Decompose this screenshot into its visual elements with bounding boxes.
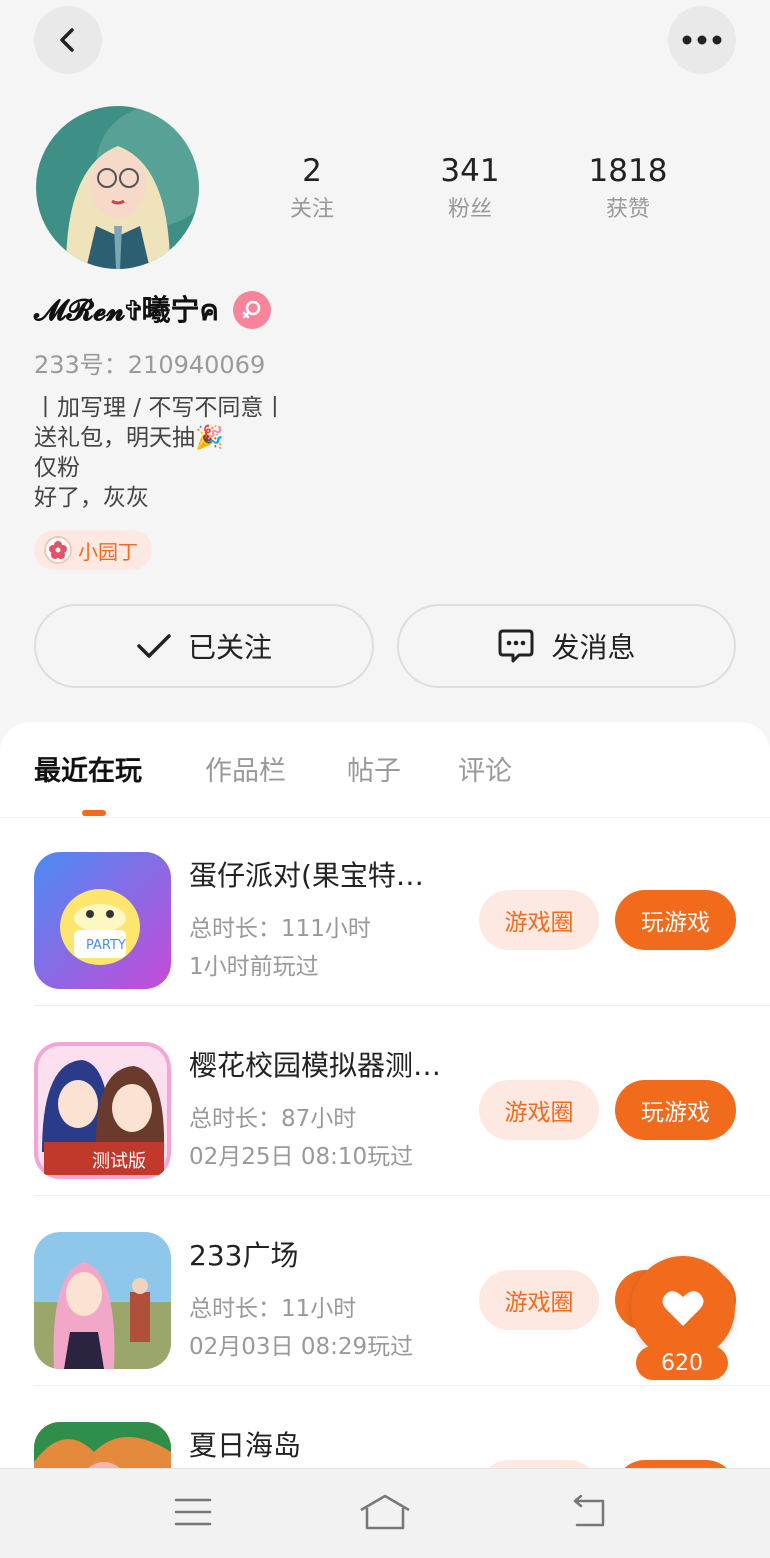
username-row: 𝓜𝓡𝓮𝓷✞曦宁ค	[34, 289, 271, 331]
likes-label: 获赞	[605, 197, 650, 222]
heart-icon	[662, 1291, 704, 1326]
home-button[interactable]	[355, 1487, 415, 1537]
following-label: 关注	[289, 197, 334, 222]
send-message-button[interactable]: 发消息	[397, 604, 736, 688]
back-nav-button[interactable]	[557, 1487, 617, 1537]
checkmark-icon	[137, 634, 171, 658]
game-icon	[34, 1232, 171, 1369]
game-duration: 总时长：11小时	[189, 1296, 357, 1322]
tab-works[interactable]: 作品栏	[205, 752, 286, 792]
stat-following[interactable]: 2 关注	[242, 150, 382, 228]
chat-bubble-icon	[498, 629, 534, 663]
game-last-played: 02月25日 08:10玩过	[189, 1144, 414, 1170]
list-item[interactable]: 测试版 樱花校园模拟器测… 总时长：87小时 02月25日 08:10玩过 游戏…	[0, 1006, 770, 1196]
svg-text:测试版: 测试版	[92, 1151, 146, 1172]
game-last-played: 1小时前玩过	[189, 954, 319, 980]
play-game-button[interactable]: 玩游戏	[615, 1080, 736, 1140]
game-duration: 总时长：87小时	[189, 1106, 357, 1132]
like-button[interactable]	[631, 1256, 735, 1360]
stat-followers[interactable]: 341 粉丝	[400, 150, 540, 228]
game-title: 蛋仔派对(果宝特…	[189, 859, 424, 892]
bio-line: 送礼包，明天抽🎉	[34, 425, 224, 451]
bio: 丨加写理 / 不写不同意丨 送礼包，明天抽🎉 仅粉 好了，灰灰	[34, 393, 286, 513]
game-circle-button[interactable]: 游戏圈	[479, 890, 599, 950]
system-navbar	[0, 1468, 770, 1558]
followers-count: 341	[440, 153, 500, 189]
following-label: 已关注	[187, 631, 272, 664]
play-game-button[interactable]: 玩游戏	[615, 890, 736, 950]
menu-icon	[174, 1498, 212, 1526]
svg-text:PARTY: PARTY	[86, 938, 126, 953]
tab-posts[interactable]: 帖子	[347, 752, 401, 792]
game-title: 樱花校园模拟器测…	[189, 1049, 442, 1082]
game-icon: 测试版	[34, 1042, 171, 1179]
following-count: 2	[302, 153, 322, 189]
bio-line: 丨加写理 / 不写不同意丨	[34, 395, 287, 421]
message-label: 发消息	[551, 631, 636, 664]
more-options-button[interactable]	[668, 6, 736, 74]
menu-button[interactable]	[163, 1487, 223, 1537]
game-duration: 总时长：111小时	[189, 916, 371, 942]
tab-recently-played[interactable]: 最近在玩	[34, 752, 142, 792]
username: 𝓜𝓡𝓮𝓷✞曦宁ค	[34, 293, 219, 327]
following-button[interactable]: 已关注	[34, 604, 374, 688]
game-last-played: 02月03日 08:29玩过	[189, 1334, 414, 1360]
bio-line: 好了，灰灰	[34, 485, 149, 511]
flower-icon	[44, 536, 72, 564]
game-title: 夏日海岛	[189, 1429, 302, 1462]
badge-label: 小园丁	[78, 539, 138, 564]
likes-count: 1818	[588, 153, 668, 189]
more-dots-icon	[682, 35, 722, 45]
gardener-badge[interactable]: 小园丁	[34, 530, 152, 570]
game-title: 233广场	[189, 1239, 299, 1272]
female-gender-icon	[232, 291, 271, 329]
stat-likes[interactable]: 1818 获赞	[558, 150, 698, 228]
back-arrow-icon	[60, 28, 74, 52]
bio-line: 仅粉	[34, 455, 80, 481]
home-icon	[360, 1494, 410, 1530]
back-button[interactable]	[34, 6, 102, 74]
return-icon	[573, 1495, 605, 1527]
game-circle-button[interactable]: 游戏圈	[479, 1270, 599, 1330]
tab-comments[interactable]: 评论	[458, 752, 512, 792]
game-circle-button[interactable]: 游戏圈	[479, 1080, 599, 1140]
user-id: 233号：210940069	[34, 351, 266, 379]
list-item[interactable]: PARTY 蛋仔派对(果宝特… 总时长：111小时 1小时前玩过 游戏圈 玩游戏	[0, 816, 770, 1006]
game-icon: PARTY	[34, 852, 171, 989]
avatar[interactable]	[36, 106, 199, 269]
profile-tabs: 最近在玩 作品栏 帖子 评论	[0, 752, 770, 816]
like-count: 620	[636, 1346, 728, 1380]
followers-label: 粉丝	[447, 197, 492, 222]
